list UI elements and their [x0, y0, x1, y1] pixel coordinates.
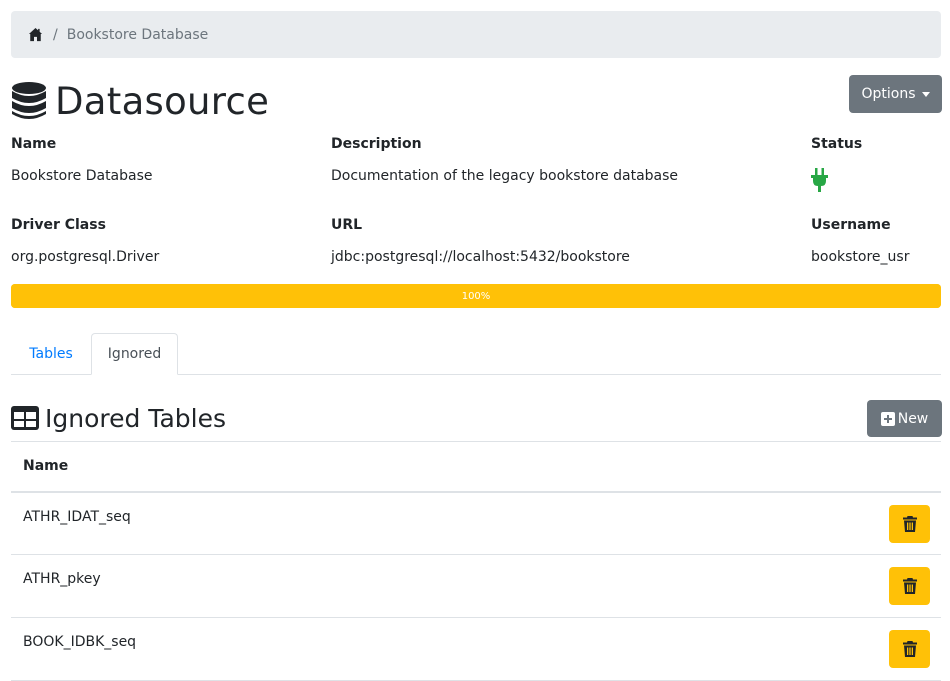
- database-icon: [11, 81, 47, 121]
- column-header-name: Name: [11, 441, 627, 493]
- table-row: ATHR_pkey: [11, 554, 941, 618]
- trash-icon: [902, 578, 917, 594]
- name-value: Bookstore Database: [11, 168, 153, 184]
- options-button-label: Options: [861, 86, 916, 102]
- plus-square-icon: [880, 411, 895, 426]
- table-cell-name: ATHR_IDAT_seq: [11, 491, 627, 555]
- table-cell-action: [626, 617, 941, 681]
- caret-down-icon: [921, 91, 930, 97]
- url-label: URL: [331, 217, 363, 233]
- driver-class-value: org.postgresql.Driver: [11, 249, 160, 265]
- column-header-actions: [626, 441, 941, 493]
- new-button-label: New: [897, 410, 929, 427]
- username-label: Username: [811, 217, 891, 233]
- breadcrumb: / Bookstore Database: [11, 11, 941, 58]
- trash-icon: [902, 515, 917, 532]
- tab-tables[interactable]: Tables: [11, 333, 91, 375]
- driver-class-label: Driver Class: [11, 217, 106, 233]
- delete-button[interactable]: [889, 630, 930, 668]
- name-label: Name: [11, 136, 57, 152]
- tab-bar: Tables Ignored: [11, 333, 941, 375]
- section-title-text: Ignored Tables: [45, 403, 226, 433]
- table-icon: [11, 406, 39, 430]
- plug-icon: [811, 168, 828, 192]
- section-title: Ignored Tables: [11, 398, 226, 438]
- trash-icon: [902, 641, 917, 657]
- options-button[interactable]: Options: [849, 75, 942, 113]
- table-cell-name: ATHR_pkey: [11, 554, 627, 618]
- home-icon[interactable]: [28, 27, 43, 42]
- page-title: Datasource: [11, 76, 269, 126]
- username-value: bookstore_usr: [811, 249, 910, 265]
- breadcrumb-current: Bookstore Database: [66, 26, 209, 43]
- table-row: BOOK_IDBK_seq: [11, 617, 941, 681]
- description-label: Description: [331, 136, 422, 152]
- new-button[interactable]: New: [867, 400, 942, 437]
- delete-button[interactable]: [889, 504, 930, 543]
- table-cell-action: [626, 554, 941, 618]
- breadcrumb-separator: /: [53, 26, 58, 43]
- progress-label: 100%: [461, 290, 491, 302]
- progress-bar: 100%: [11, 284, 941, 308]
- table-cell-name: BOOK_IDBK_seq: [11, 617, 627, 681]
- page-title-text: Datasource: [55, 79, 270, 123]
- table-cell-action: [626, 491, 941, 555]
- status-label: Status: [811, 136, 863, 152]
- ignored-tables-table: Name ATHR_IDAT_seq ATHR_pkey BOOK_IDBK_s…: [11, 441, 941, 681]
- table-header-row: Name: [11, 441, 941, 493]
- tab-ignored[interactable]: Ignored: [91, 333, 178, 375]
- delete-button[interactable]: [889, 567, 930, 605]
- table-row: ATHR_IDAT_seq: [11, 491, 941, 555]
- url-value: jdbc:postgresql://localhost:5432/booksto…: [331, 249, 630, 265]
- description-value: Documentation of the legacy bookstore da…: [331, 168, 679, 184]
